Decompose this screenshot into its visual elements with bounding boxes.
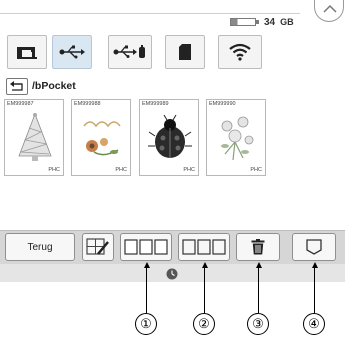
pattern-thumbnail[interactable]: EM999988 PHC [71,99,131,176]
tab-usb-device[interactable] [108,35,152,69]
collapse-button[interactable] [314,0,344,22]
season-flowers-icon [83,121,121,156]
three-boxes-empty-icon [182,239,226,255]
callout-1: ① [135,313,157,335]
tab-wireless[interactable] [218,35,262,69]
memory-button[interactable] [292,233,336,261]
sewing-machine-icon [17,47,37,59]
clock-icon [166,267,178,285]
storage-meter-icon [230,18,259,26]
callout-leader [314,267,315,313]
usb-icon [59,45,85,59]
callout-arrow [256,262,262,268]
tab-usb[interactable] [52,35,92,69]
callout-4: ④ [303,313,325,335]
storage-unit: GB [280,17,294,27]
storage-value: 34 [264,16,276,28]
deselect-all-button[interactable] [178,233,230,261]
pattern-tag: PHC [48,167,60,173]
grid-edit-icon [86,238,109,255]
pattern-code: EM999989 [142,101,169,107]
header-divider [0,13,300,14]
tab-sd-card[interactable] [165,35,205,69]
folder-up-icon [10,81,23,91]
christmas-tree-icon [18,112,52,161]
trash-icon [251,239,265,255]
pattern-tag: PHC [115,167,127,173]
delete-button[interactable] [236,233,280,261]
callout-leader [204,267,205,313]
pattern-code: EM999988 [74,101,101,107]
pocket-icon [306,239,322,255]
storage-indicator: 34 GB [230,16,294,28]
select-all-button[interactable] [120,233,172,261]
pattern-code: EM999990 [209,101,236,107]
back-button[interactable]: Terug [5,233,75,261]
flower-bouquet-icon [221,116,254,161]
chevron-up-icon [323,4,337,13]
pattern-code: EM999987 [7,101,34,107]
callout-leader [258,267,259,313]
three-boxes-filled-icon [124,239,168,255]
pattern-thumbnail[interactable]: EM999989 PHC [139,99,199,176]
pattern-thumbnail[interactable]: EM999990 PHC [206,99,266,176]
callout-arrow [202,262,208,268]
pattern-tag: PHC [183,167,195,173]
pattern-thumbnail[interactable]: EM999987 PHC [4,99,64,176]
callout-2: ② [193,313,215,335]
folder-path: /bPocket [6,77,76,95]
callout-leader [146,267,147,313]
usb-device-icon [113,45,145,58]
pattern-tag: PHC [250,167,262,173]
edit-button[interactable] [82,233,114,261]
callout-3: ③ [247,313,269,335]
path-label: /bPocket [32,80,76,92]
tab-machine-memory[interactable] [7,35,47,69]
sd-card-icon [179,44,191,60]
callout-arrow [312,262,318,268]
parent-folder-button[interactable] [6,77,28,95]
callout-arrow [144,262,150,268]
ladybug-icon [148,114,192,158]
wifi-icon [229,43,251,61]
